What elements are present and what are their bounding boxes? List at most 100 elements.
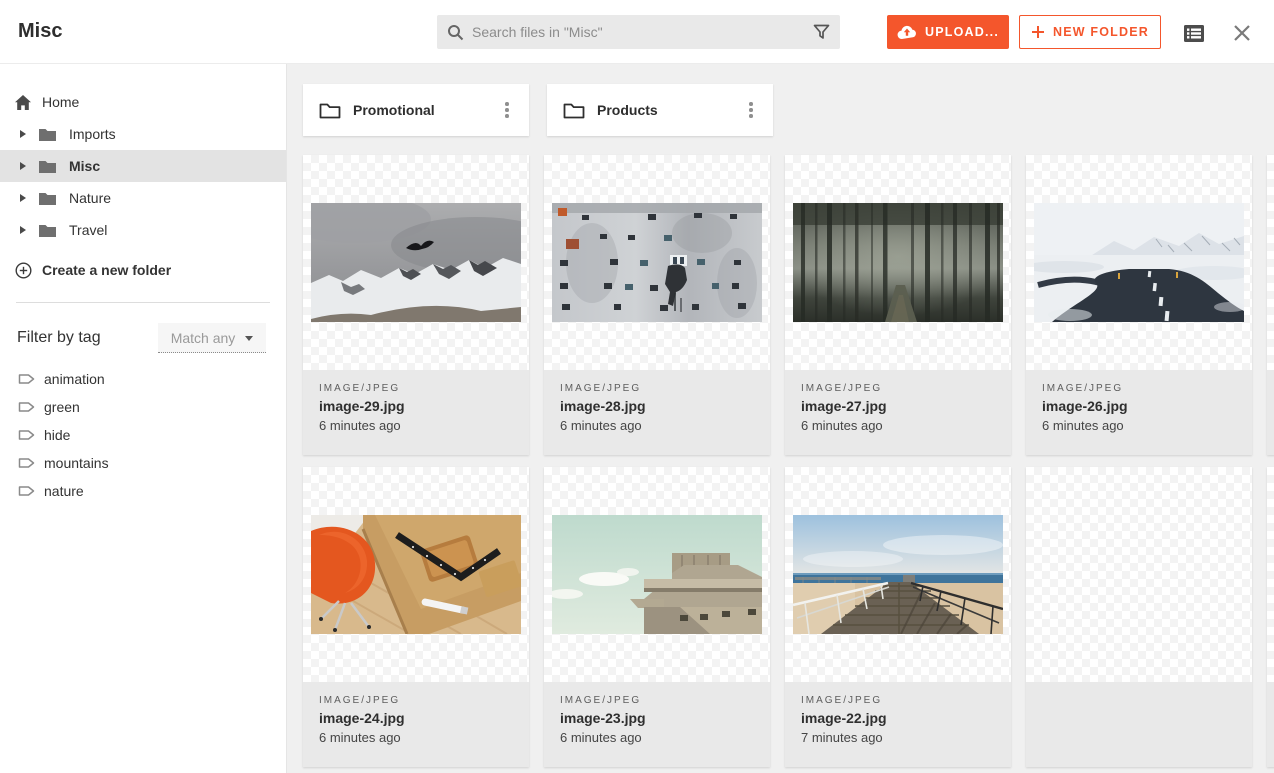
sidebar-item-nature[interactable]: Nature <box>0 182 286 214</box>
sidebar-item-misc[interactable]: Misc <box>0 150 286 182</box>
file-meta: IMAGE/JPEG image-25.jpg 6 minutes ago <box>1267 370 1274 455</box>
file-time: 6 minutes ago <box>560 730 754 745</box>
file-name: image-27.jpg <box>801 398 995 414</box>
file-meta: IMAGE/JPEG image-22.jpg 7 minutes ago <box>785 682 1011 767</box>
subfolder-row: Promotional Products <box>303 84 773 136</box>
new-folder-button[interactable]: NEW FOLDER <box>1019 15 1161 49</box>
file-time: 6 minutes ago <box>1042 418 1236 433</box>
file-meta: IMAGE/JPEG image-27.jpg 6 minutes ago <box>785 370 1011 455</box>
list-view-toggle[interactable] <box>1182 21 1206 45</box>
file-thumbnail <box>785 155 1011 370</box>
top-bar: Misc UPLOAD... NEW FOLDER <box>0 0 1274 64</box>
file-time: 7 minutes ago <box>801 730 995 745</box>
file-meta: IMAGE/JPEG image-26.jpg 6 minutes ago <box>1026 370 1252 455</box>
tag-icon <box>18 372 35 386</box>
tag-item-animation[interactable]: animation <box>0 365 286 393</box>
sidebar: Home Imports Misc Nature Travel Create a <box>0 64 287 773</box>
file-name: image-23.jpg <box>560 710 754 726</box>
file-time: 6 minutes ago <box>801 418 995 433</box>
page-title: Misc <box>18 20 62 43</box>
tag-icon <box>18 456 35 470</box>
tag-item-hide[interactable]: hide <box>0 421 286 449</box>
plus-icon <box>1031 25 1045 39</box>
folder-icon <box>38 159 57 174</box>
sidebar-item-home[interactable]: Home <box>0 86 286 118</box>
folder-icon <box>38 127 57 142</box>
file-name: image-24.jpg <box>319 710 513 726</box>
search-input[interactable] <box>472 24 813 40</box>
file-thumbnail <box>544 467 770 682</box>
tag-icon <box>18 484 35 498</box>
file-card-partial[interactable] <box>1267 467 1274 767</box>
sidebar-item-travel[interactable]: Travel <box>0 214 286 246</box>
tag-label: green <box>44 399 80 415</box>
tag-label: mountains <box>44 455 109 471</box>
folder-card-promotional[interactable]: Promotional <box>303 84 529 136</box>
file-card-image-25[interactable]: IMAGE/JPEG image-25.jpg 6 minutes ago <box>1267 155 1274 455</box>
file-thumbnail <box>303 155 529 370</box>
file-time: 6 minutes ago <box>319 418 513 433</box>
tag-item-mountains[interactable]: mountains <box>0 449 286 477</box>
expand-caret-icon[interactable] <box>20 226 26 234</box>
upload-button-label: UPLOAD... <box>925 25 999 39</box>
file-card-image-29[interactable]: IMAGE/JPEG image-29.jpg 6 minutes ago <box>303 155 529 455</box>
home-icon <box>14 94 32 111</box>
folder-card-label: Products <box>597 102 739 118</box>
expand-caret-icon[interactable] <box>20 162 26 170</box>
file-card-partial[interactable] <box>1026 467 1252 767</box>
file-thumbnail <box>1267 155 1274 370</box>
file-thumbnail <box>1026 467 1252 682</box>
match-mode-value: Match any <box>171 330 236 346</box>
upload-button[interactable]: UPLOAD... <box>887 15 1009 49</box>
file-card-image-28[interactable]: IMAGE/JPEG image-28.jpg 6 minutes ago <box>544 155 770 455</box>
sidebar-item-imports[interactable]: Imports <box>0 118 286 150</box>
match-mode-select[interactable]: Match any <box>158 323 266 353</box>
file-name: image-26.jpg <box>1042 398 1236 414</box>
tag-item-green[interactable]: green <box>0 393 286 421</box>
file-name: image-22.jpg <box>801 710 995 726</box>
file-meta <box>1267 682 1274 767</box>
file-thumbnail <box>303 467 529 682</box>
folder-card-products[interactable]: Products <box>547 84 773 136</box>
cloud-upload-icon <box>897 25 917 40</box>
search-icon <box>447 24 464 41</box>
file-meta: IMAGE/JPEG image-28.jpg 6 minutes ago <box>544 370 770 455</box>
sidebar-divider <box>16 302 270 303</box>
file-meta: IMAGE/JPEG image-24.jpg 6 minutes ago <box>303 682 529 767</box>
tag-list: animation green hide mountains nature <box>0 365 286 505</box>
file-thumbnail <box>544 155 770 370</box>
circle-plus-icon <box>15 262 32 279</box>
expand-caret-icon[interactable] <box>20 194 26 202</box>
search-bar <box>437 15 840 49</box>
file-card-image-26[interactable]: IMAGE/JPEG image-26.jpg 6 minutes ago <box>1026 155 1252 455</box>
folder-icon <box>38 223 57 238</box>
file-time: 6 minutes ago <box>560 418 754 433</box>
close-icon[interactable] <box>1230 21 1254 45</box>
tag-item-nature[interactable]: nature <box>0 477 286 505</box>
file-thumbnail <box>1267 467 1274 682</box>
tag-label: animation <box>44 371 105 387</box>
file-thumbnail <box>785 467 1011 682</box>
new-folder-button-label: NEW FOLDER <box>1053 25 1149 39</box>
sidebar-item-label: Nature <box>69 190 111 206</box>
file-card-image-24[interactable]: IMAGE/JPEG image-24.jpg 6 minutes ago <box>303 467 529 767</box>
folder-menu-kebab[interactable] <box>739 98 763 122</box>
expand-caret-icon[interactable] <box>20 130 26 138</box>
filter-icon[interactable] <box>813 24 830 40</box>
file-card-image-22[interactable]: IMAGE/JPEG image-22.jpg 7 minutes ago <box>785 467 1011 767</box>
file-type: IMAGE/JPEG <box>560 695 754 706</box>
file-card-image-27[interactable]: IMAGE/JPEG image-27.jpg 6 minutes ago <box>785 155 1011 455</box>
file-type: IMAGE/JPEG <box>1042 383 1236 394</box>
filter-by-tag-heading: Filter by tag <box>17 329 101 347</box>
sidebar-item-label: Misc <box>69 158 100 174</box>
tag-label: nature <box>44 483 84 499</box>
folder-card-label: Promotional <box>353 102 495 118</box>
create-folder-button[interactable]: Create a new folder <box>0 254 286 286</box>
file-card-image-23[interactable]: IMAGE/JPEG image-23.jpg 6 minutes ago <box>544 467 770 767</box>
sidebar-item-label: Travel <box>69 222 107 238</box>
folder-menu-kebab[interactable] <box>495 98 519 122</box>
file-meta: IMAGE/JPEG image-29.jpg 6 minutes ago <box>303 370 529 455</box>
file-browser-main: Promotional Products <box>287 64 1274 773</box>
filter-by-tag-section: Filter by tag Match any <box>17 323 266 353</box>
tag-icon <box>18 400 35 414</box>
